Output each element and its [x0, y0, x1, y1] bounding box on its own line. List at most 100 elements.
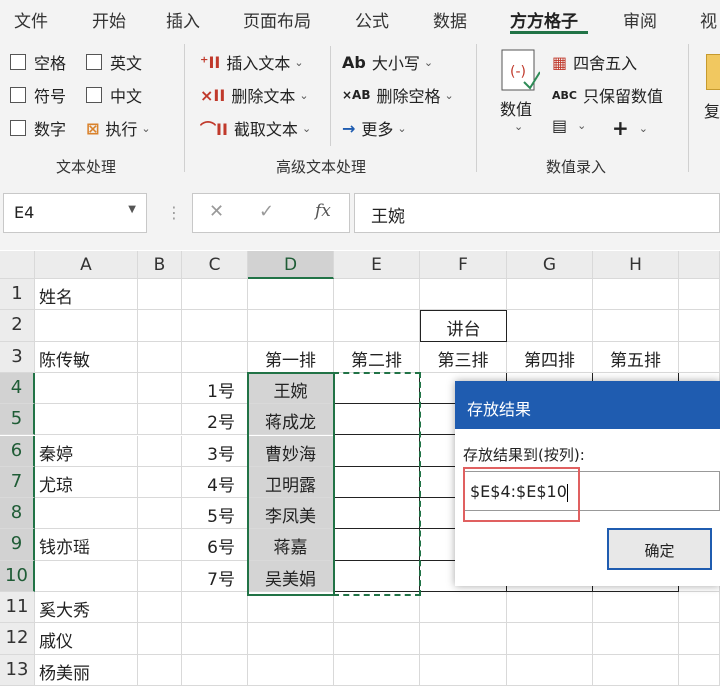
cell[interactable]: [679, 592, 720, 624]
row-header-9[interactable]: 9: [0, 529, 35, 561]
checkbox-box[interactable]: [86, 87, 102, 103]
delete-space-button[interactable]: ×AB 删除空格 ⌄: [342, 83, 454, 107]
cell[interactable]: [420, 654, 507, 686]
value-button[interactable]: (-) 数值 ⌄: [496, 46, 544, 146]
check-icon[interactable]: ✓: [259, 201, 274, 222]
cell[interactable]: 奚大秀: [35, 592, 138, 624]
col-header-c[interactable]: C: [182, 251, 248, 279]
menu-formulas[interactable]: 公式: [355, 7, 389, 32]
cell[interactable]: [182, 279, 248, 311]
cell[interactable]: 杨美丽: [35, 654, 138, 686]
cell[interactable]: [507, 310, 593, 342]
menu-page-layout[interactable]: 页面布局: [243, 7, 311, 32]
cell[interactable]: [420, 623, 507, 655]
cell[interactable]: [138, 529, 182, 561]
insert-text-button[interactable]: ⁺II 插入文本 ⌄: [200, 50, 304, 74]
menu-data[interactable]: 数据: [433, 7, 467, 32]
cell[interactable]: [593, 623, 679, 655]
cell[interactable]: [182, 654, 248, 686]
cell[interactable]: [138, 592, 182, 624]
cell[interactable]: 3号: [182, 435, 248, 467]
col-header-e[interactable]: E: [334, 251, 420, 279]
row-header-11[interactable]: 11: [0, 592, 35, 624]
cell[interactable]: [138, 435, 182, 467]
cell[interactable]: [248, 310, 334, 342]
cell[interactable]: [593, 654, 679, 686]
cell[interactable]: 钱亦瑶: [35, 529, 138, 561]
cell[interactable]: [35, 372, 138, 405]
menu-view[interactable]: 视: [700, 7, 717, 32]
cell[interactable]: [138, 498, 182, 530]
checkbox-english[interactable]: 英文: [86, 50, 142, 74]
execute-button[interactable]: ⊠ 执行 ⌄: [86, 116, 151, 140]
extract-text-button[interactable]: ⌒II 截取文本 ⌄: [200, 116, 311, 140]
case-button[interactable]: Ab 大小写 ⌄: [342, 50, 433, 74]
cell[interactable]: 讲台: [420, 310, 507, 342]
col-header-f[interactable]: F: [420, 251, 507, 279]
cell[interactable]: [138, 466, 182, 499]
more-button[interactable]: → 更多 ⌄: [342, 116, 407, 140]
cell[interactable]: [138, 279, 182, 311]
cell[interactable]: [138, 341, 182, 373]
cell[interactable]: [679, 341, 720, 373]
cell[interactable]: [248, 592, 334, 624]
cell[interactable]: 尤琼: [35, 466, 138, 499]
name-box[interactable]: E4 ▼: [3, 193, 147, 233]
cell[interactable]: [507, 592, 593, 624]
cell[interactable]: 5号: [182, 498, 248, 530]
cell[interactable]: [35, 310, 138, 342]
row-header-1[interactable]: 1: [0, 279, 35, 311]
round-button[interactable]: ▦ 四舍五入: [552, 50, 637, 74]
cell[interactable]: [182, 341, 248, 373]
dropdown-arrow-icon[interactable]: ▼: [128, 204, 136, 215]
edit-button[interactable]: ▤ ⌄: [552, 116, 586, 135]
cell[interactable]: [679, 623, 720, 655]
row-header-5[interactable]: 5: [0, 404, 35, 436]
cell[interactable]: [593, 310, 679, 342]
cell[interactable]: 秦婷: [35, 435, 138, 467]
cell[interactable]: [593, 279, 679, 311]
menu-fangfang[interactable]: 方方格子: [510, 7, 578, 32]
cell[interactable]: 第五排: [593, 341, 679, 373]
select-all-corner[interactable]: [0, 251, 35, 279]
row-header-7[interactable]: 7: [0, 466, 35, 499]
cell[interactable]: 第一排: [248, 341, 334, 373]
col-header-d[interactable]: D: [248, 251, 334, 279]
cell[interactable]: 4号: [182, 466, 248, 499]
row-header-13[interactable]: 13: [0, 654, 35, 686]
cell[interactable]: [248, 279, 334, 311]
cell[interactable]: [35, 560, 138, 592]
delete-text-button[interactable]: ×II 删除文本 ⌄: [200, 83, 309, 107]
cell[interactable]: 第三排: [420, 341, 507, 373]
cell[interactable]: [138, 372, 182, 405]
clipboard-icon[interactable]: [706, 54, 720, 90]
cell[interactable]: 第四排: [507, 341, 593, 373]
cell[interactable]: [138, 560, 182, 592]
checkbox-box[interactable]: [86, 54, 102, 70]
cell[interactable]: [679, 279, 720, 311]
menu-file[interactable]: 文件: [14, 7, 48, 32]
checkbox-chinese[interactable]: 中文: [86, 83, 142, 107]
cell[interactable]: [420, 279, 507, 311]
checkbox-space[interactable]: 空格: [10, 50, 66, 74]
row-header-4[interactable]: 4: [0, 372, 35, 405]
cell[interactable]: 1号: [182, 372, 248, 405]
row-header-2[interactable]: 2: [0, 310, 35, 342]
row-header-10[interactable]: 10: [0, 560, 35, 592]
menu-review[interactable]: 审阅: [623, 7, 657, 32]
cell[interactable]: [334, 279, 420, 311]
cell[interactable]: [182, 592, 248, 624]
menu-insert[interactable]: 插入: [166, 7, 200, 32]
formula-input[interactable]: 王婉: [354, 193, 720, 233]
checkbox-box[interactable]: [10, 120, 26, 136]
cell[interactable]: [334, 654, 420, 686]
cancel-icon[interactable]: ✕: [209, 201, 224, 222]
cell[interactable]: [679, 654, 720, 686]
cell[interactable]: [182, 310, 248, 342]
row-header-12[interactable]: 12: [0, 623, 35, 655]
checkbox-box[interactable]: [10, 54, 26, 70]
cell[interactable]: [248, 623, 334, 655]
checkbox-symbol[interactable]: 符号: [10, 83, 66, 107]
cell[interactable]: [138, 623, 182, 655]
cell[interactable]: 陈传敏: [35, 341, 138, 373]
